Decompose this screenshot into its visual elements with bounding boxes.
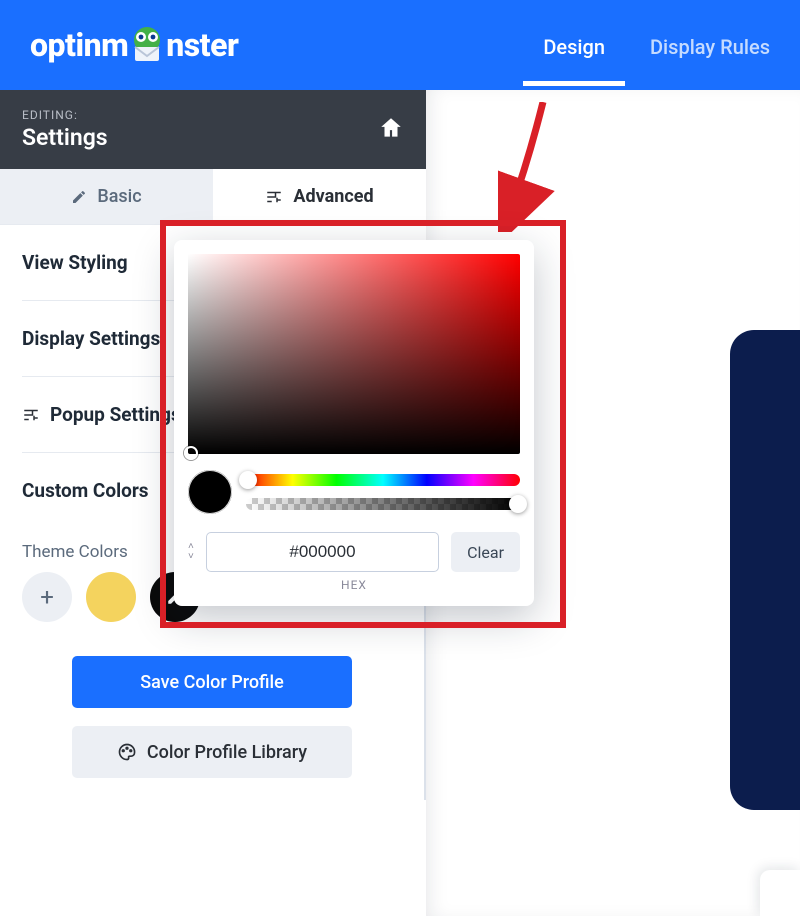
subtab-basic[interactable]: Basic — [0, 169, 213, 224]
chevron-down-icon: ˅ — [188, 552, 194, 562]
subtabs: Basic Advanced — [0, 169, 426, 225]
editing-title: Settings — [22, 124, 108, 151]
editing-header: EDITING: Settings — [0, 90, 426, 169]
save-color-profile-button[interactable]: Save Color Profile — [72, 656, 352, 708]
clear-color-button[interactable]: Clear — [451, 532, 520, 572]
hex-input[interactable] — [206, 532, 439, 572]
plus-icon: + — [40, 583, 54, 611]
sliders-icon — [22, 406, 40, 424]
saturation-area[interactable] — [188, 254, 520, 454]
color-swatch-yellow[interactable] — [86, 572, 136, 622]
alpha-slider[interactable] — [246, 498, 520, 510]
logo-text-a: optinm — [30, 26, 128, 64]
save-color-profile-label: Save Color Profile — [140, 672, 284, 693]
popup-preview — [730, 330, 800, 810]
home-icon — [378, 115, 404, 141]
alpha-thumb[interactable] — [509, 495, 527, 513]
subtab-advanced[interactable]: Advanced — [213, 169, 426, 224]
preview-corner — [760, 870, 800, 916]
color-picker: ˄ ˅ Clear HEX — [174, 240, 534, 606]
pencil-icon — [71, 189, 87, 205]
subtab-basic-label: Basic — [97, 186, 141, 207]
hue-slider[interactable] — [246, 474, 520, 486]
palette-icon — [117, 742, 137, 762]
brand-logo: optinm nster — [30, 24, 543, 66]
add-color-button[interactable]: + — [22, 572, 72, 622]
section-popup-settings-label: Popup Settings — [50, 403, 181, 426]
color-profile-library-button[interactable]: Color Profile Library — [72, 726, 352, 778]
hex-label: HEX — [188, 578, 520, 592]
divider — [424, 600, 426, 800]
subtab-advanced-label: Advanced — [293, 186, 373, 207]
sliders-icon — [265, 188, 283, 206]
saturation-thumb[interactable] — [184, 446, 198, 460]
hue-thumb[interactable] — [239, 471, 257, 489]
nav-tab-display-rules[interactable]: Display Rules — [650, 5, 770, 86]
logo-text-b: nster — [166, 26, 238, 64]
hex-stepper[interactable]: ˄ ˅ — [188, 542, 194, 562]
nav-tab-design[interactable]: Design — [543, 5, 605, 86]
home-button[interactable] — [378, 115, 404, 145]
mascot-icon — [126, 24, 168, 66]
editing-label: EDITING: — [22, 108, 108, 122]
current-color-preview — [188, 470, 232, 514]
color-profile-library-label: Color Profile Library — [147, 742, 307, 763]
top-nav: optinm nster Design Display Rules — [0, 0, 800, 90]
